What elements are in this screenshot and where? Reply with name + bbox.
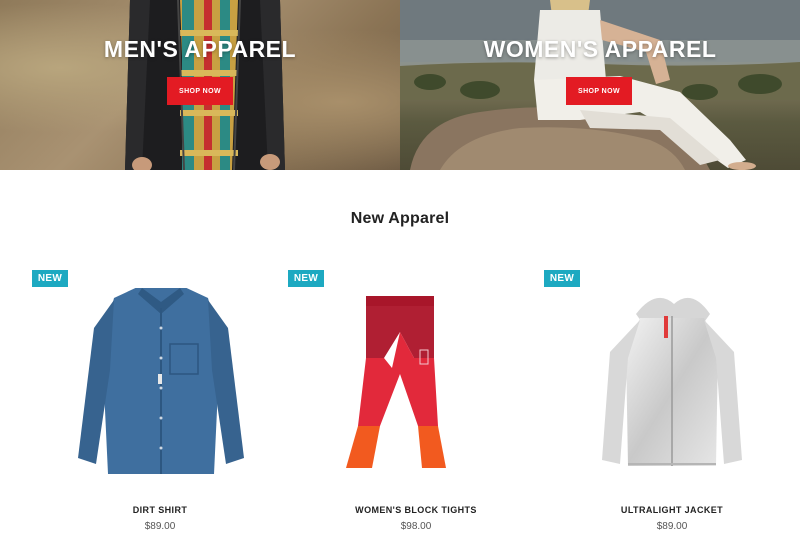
womens-apparel-banner[interactable]: WOMEN'S APPAREL SHOP NOW: [400, 0, 800, 170]
product-card-block-tights[interactable]: NEW WOMEN'S BLOCK TIGHTS $98.00: [288, 268, 544, 537]
product-name[interactable]: ULTRALIGHT JACKET: [544, 505, 800, 515]
ultralight-jacket-image[interactable]: [544, 288, 800, 478]
womens-model-image: [534, 0, 756, 170]
product-name[interactable]: DIRT SHIRT: [32, 505, 288, 515]
dirt-shirt-image[interactable]: [32, 288, 288, 478]
block-tights-image[interactable]: [288, 288, 544, 478]
new-badge: NEW: [288, 270, 324, 287]
new-badge: NEW: [544, 270, 580, 287]
mens-apparel-banner[interactable]: MEN'S APPAREL SHOP NOW: [0, 0, 400, 170]
mens-shop-now-button[interactable]: SHOP NOW: [167, 77, 233, 105]
new-badge: NEW: [32, 270, 68, 287]
hero-banners: MEN'S APPAREL SHOP NOW WOMEN'S APPAREL S…: [0, 0, 800, 170]
womens-shop-now-button[interactable]: SHOP NOW: [566, 77, 632, 105]
mens-apparel-title: MEN'S APPAREL: [103, 36, 297, 62]
product-price: $98.00: [400, 521, 432, 532]
womens-apparel-title: WOMEN'S APPAREL: [483, 36, 717, 62]
product-card-dirt-shirt[interactable]: NEW DIRT SHIRT $89.00: [32, 268, 288, 537]
product-price: $89.00: [656, 521, 688, 532]
new-apparel-heading: New Apparel: [350, 210, 450, 227]
product-price: $89.00: [144, 521, 176, 532]
product-name[interactable]: WOMEN'S BLOCK TIGHTS: [288, 505, 544, 515]
product-card-ultralight-jacket[interactable]: NEW ULTRALIGHT JACKET $89.00: [544, 268, 800, 537]
